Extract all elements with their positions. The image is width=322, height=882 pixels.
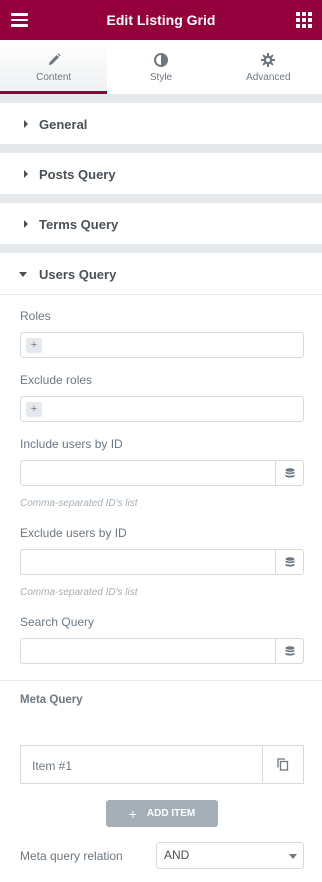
include-ids-description: Comma-separated ID's list	[20, 498, 138, 509]
dynamic-tags-button[interactable]	[275, 550, 303, 574]
gear-icon	[261, 52, 276, 67]
database-icon	[285, 556, 294, 567]
copy-icon	[277, 758, 289, 771]
search-query-input[interactable]	[20, 638, 304, 664]
editor-header: Edit Listing Grid	[0, 0, 322, 40]
meta-relation-label: Meta query relation	[20, 849, 123, 863]
tab-style[interactable]: Style	[107, 40, 214, 94]
tab-advanced[interactable]: Advanced	[215, 40, 322, 94]
caret-right-icon	[24, 220, 28, 228]
meta-relation-select[interactable]: AND	[156, 842, 304, 869]
roles-label: Roles	[20, 309, 51, 323]
caret-down-icon	[19, 271, 27, 277]
duplicate-item-button[interactable]	[262, 746, 303, 783]
tab-content[interactable]: Content	[0, 40, 108, 94]
exclude-roles-select[interactable]: +	[20, 396, 304, 422]
include-ids-label: Include users by ID	[20, 437, 123, 451]
exclude-roles-label: Exclude roles	[20, 373, 93, 387]
add-tag-icon: +	[26, 402, 42, 417]
section-users-query[interactable]: Users Query	[0, 254, 322, 294]
panel-tabs: Content Style Advanced	[0, 40, 322, 94]
chevron-down-icon	[289, 854, 297, 859]
section-gap	[0, 244, 322, 253]
add-item-button[interactable]: + ADD ITEM	[106, 800, 218, 827]
database-icon	[285, 645, 294, 656]
exclude-ids-input[interactable]	[20, 549, 304, 575]
section-gap	[0, 144, 322, 153]
database-icon	[285, 467, 294, 478]
dynamic-tags-button[interactable]	[275, 461, 303, 485]
hamburger-menu-icon[interactable]	[11, 13, 28, 27]
search-query-label: Search Query	[20, 615, 95, 629]
roles-select[interactable]: +	[20, 332, 304, 358]
tab-label: Style	[149, 71, 173, 83]
plus-icon: +	[128, 805, 137, 822]
half-circle-icon	[153, 52, 168, 67]
tab-label: Content	[36, 71, 72, 83]
meta-relation-value: AND	[164, 848, 190, 862]
repeater-item: Item #1	[20, 745, 304, 784]
panel-title: Edit Listing Grid	[106, 12, 216, 28]
widgets-grid-icon[interactable]	[296, 12, 312, 28]
section-title: Terms Query	[39, 216, 119, 232]
add-tag-icon: +	[26, 338, 42, 353]
divider	[0, 680, 322, 681]
section-general[interactable]: General	[0, 104, 322, 144]
tab-label: Advanced	[246, 71, 291, 83]
add-item-label: ADD ITEM	[146, 808, 196, 819]
meta-query-title: Meta Query	[20, 694, 83, 706]
section-title: Users Query	[39, 266, 117, 282]
dynamic-tags-button[interactable]	[275, 639, 303, 663]
section-gap	[0, 194, 322, 203]
section-terms-query[interactable]: Terms Query	[0, 204, 322, 244]
exclude-ids-description: Comma-separated ID's list	[20, 587, 138, 598]
pencil-icon	[48, 52, 61, 65]
section-gap	[0, 94, 322, 103]
repeater-item-title[interactable]: Item #1	[32, 759, 72, 773]
section-title: General	[39, 116, 88, 132]
caret-right-icon	[24, 170, 28, 178]
section-posts-query[interactable]: Posts Query	[0, 154, 322, 194]
exclude-ids-label: Exclude users by ID	[20, 526, 127, 540]
caret-right-icon	[24, 120, 28, 128]
section-title: Posts Query	[39, 166, 116, 182]
include-ids-input[interactable]	[20, 460, 304, 486]
divider	[0, 294, 322, 295]
